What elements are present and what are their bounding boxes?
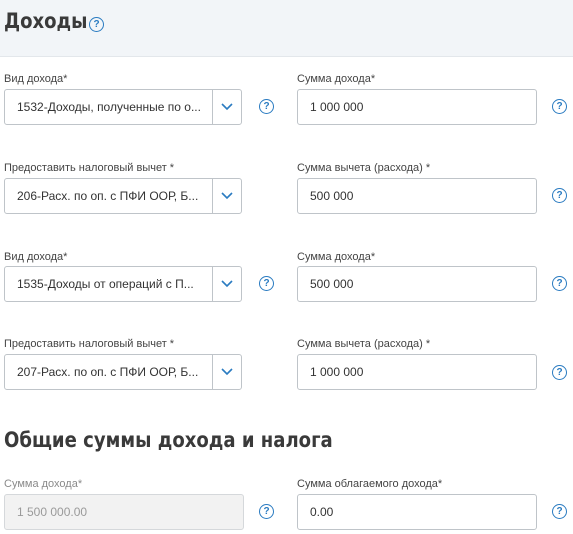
- help-icon[interactable]: ?: [552, 365, 567, 380]
- chevron-down-icon: [221, 368, 233, 376]
- deduction-label: Предоставить налоговый вычет *: [4, 162, 175, 174]
- income-type-label: Вид дохода*: [4, 251, 68, 263]
- section-title-totals: Общие суммы дохода и налога: [4, 428, 333, 452]
- dropdown-toggle[interactable]: [212, 355, 241, 389]
- deduction-amount-value: 500 000: [310, 189, 354, 203]
- chevron-down-icon: [221, 192, 233, 200]
- chevron-down-icon: [221, 280, 233, 288]
- help-icon[interactable]: ?: [259, 504, 274, 519]
- deduction-amount-value: 1 000 000: [310, 365, 364, 379]
- deduction-label: Предоставить налоговый вычет *: [4, 338, 175, 350]
- taxable-income-field[interactable]: 0.00: [297, 494, 537, 530]
- deduction-value: 207-Расх. по оп. с ПФИ ООР, Б...: [17, 365, 199, 379]
- help-icon[interactable]: ?: [259, 276, 274, 291]
- deduction-amount-label: Сумма вычета (расхода) *: [297, 338, 431, 350]
- deduction-amount-field[interactable]: 1 000 000: [297, 354, 537, 390]
- taxable-income-label: Сумма облагаемого дохода*: [297, 478, 443, 490]
- deduction-amount-label: Сумма вычета (расхода) *: [297, 162, 431, 174]
- income-type-label: Вид дохода*: [4, 73, 68, 85]
- help-icon[interactable]: ?: [259, 99, 274, 114]
- income-sum-label: Сумма дохода*: [4, 478, 83, 490]
- dropdown-toggle[interactable]: [212, 179, 241, 213]
- help-icon[interactable]: ?: [552, 99, 567, 114]
- income-amount-field[interactable]: 1 000 000: [297, 89, 537, 125]
- income-sum-field: 1 500 000.00: [4, 494, 244, 530]
- dropdown-toggle[interactable]: [212, 90, 241, 124]
- help-icon[interactable]: ?: [552, 504, 567, 519]
- income-sum-value: 1 500 000.00: [17, 505, 88, 519]
- income-amount-value: 1 000 000: [310, 100, 364, 114]
- section-title-incomes: Доходы: [4, 9, 88, 33]
- income-type-value: 1535-Доходы от операций с П...: [17, 277, 194, 291]
- income-amount-field[interactable]: 500 000: [297, 266, 537, 302]
- help-icon[interactable]: ?: [552, 276, 567, 291]
- income-amount-label: Сумма дохода*: [297, 73, 376, 85]
- dropdown-toggle[interactable]: [212, 267, 241, 301]
- deduction-value: 206-Расх. по оп. с ПФИ ООР, Б...: [17, 189, 199, 203]
- income-amount-label: Сумма дохода*: [297, 251, 376, 263]
- taxable-income-value: 0.00: [310, 505, 334, 519]
- help-icon[interactable]: ?: [552, 188, 567, 203]
- deduction-amount-field[interactable]: 500 000: [297, 178, 537, 214]
- deduction-select[interactable]: 206-Расх. по оп. с ПФИ ООР, Б...: [4, 178, 242, 214]
- deduction-select[interactable]: 207-Расх. по оп. с ПФИ ООР, Б...: [4, 354, 242, 390]
- income-type-select[interactable]: 1535-Доходы от операций с П...: [4, 266, 242, 302]
- income-type-select[interactable]: 1532-Доходы, полученные по о...: [4, 89, 242, 125]
- income-amount-value: 500 000: [310, 277, 354, 291]
- income-type-value: 1532-Доходы, полученные по о...: [17, 100, 201, 114]
- help-icon[interactable]: ?: [89, 17, 104, 32]
- chevron-down-icon: [221, 103, 233, 111]
